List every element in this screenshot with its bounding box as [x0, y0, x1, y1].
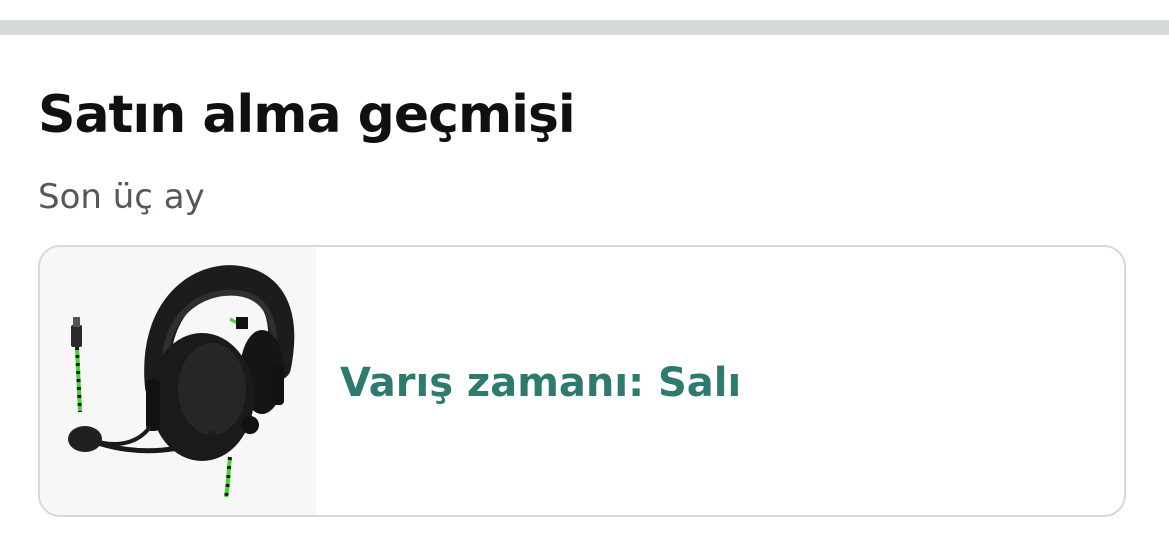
product-image [40, 247, 316, 515]
top-divider [0, 20, 1169, 35]
page-title: Satın alma geçmişi [38, 85, 576, 145]
delivery-status: Varış zamanı: Salı [340, 360, 742, 406]
order-card[interactable]: Varış zamanı: Salı [38, 245, 1126, 517]
section-subtitle: Son üç ay [38, 177, 205, 217]
headset-icon [68, 265, 295, 498]
